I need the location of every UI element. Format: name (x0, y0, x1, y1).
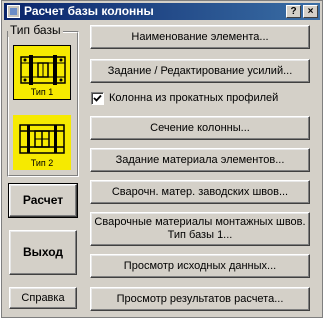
base-type-1-icon (20, 55, 66, 85)
dialog-window: Расчет базы колонны ? × Тип базы Тип 1 Т… (1, 0, 323, 318)
base-type-2-icon (19, 124, 65, 154)
help-title-button[interactable]: ? (286, 5, 301, 18)
base-type-1-option[interactable]: Тип 1 (13, 45, 71, 100)
base-type-1-label: Тип 1 (30, 87, 54, 97)
field-welds-button[interactable]: Сварочные материалы монтажных швов. Тип … (90, 212, 310, 246)
element-name-button[interactable]: Наименование элемента... (90, 25, 310, 49)
rolled-profiles-label: Колонна из прокатных профилей (109, 92, 279, 104)
view-results-button[interactable]: Просмотр результатов расчета... (90, 287, 310, 311)
calculate-button[interactable]: Расчет (8, 183, 78, 218)
base-type-2-label: Тип 2 (30, 158, 54, 168)
edit-forces-button[interactable]: Задание / Редактирование усилий... (90, 59, 310, 83)
factory-welds-button[interactable]: Сварочн. матер. заводских швов... (90, 180, 310, 204)
view-input-button[interactable]: Просмотр исходных данных... (90, 254, 310, 278)
app-window-icon (7, 5, 20, 18)
base-type-2-option[interactable]: Тип 2 (13, 115, 71, 170)
exit-button[interactable]: Выход (9, 230, 77, 275)
rolled-profiles-checkbox[interactable] (91, 91, 104, 105)
field-welds-label-line1: Сварочные материалы монтажных швов. (94, 216, 306, 228)
field-welds-label-line2: Тип базы 1... (167, 229, 233, 241)
column-section-button[interactable]: Сечение колонны... (90, 116, 310, 140)
help-button[interactable]: Справка (9, 287, 77, 309)
checkmark-icon (93, 94, 102, 102)
window-title: Расчет базы колонны (24, 4, 154, 18)
rolled-profiles-option[interactable]: Колонна из прокатных профилей (91, 91, 278, 105)
element-material-button[interactable]: Задание материала элементов... (90, 148, 310, 172)
close-window-button[interactable]: × (303, 5, 318, 18)
title-bar: Расчет базы колонны ? × (4, 3, 320, 20)
base-type-group-label: Тип базы (8, 23, 63, 37)
